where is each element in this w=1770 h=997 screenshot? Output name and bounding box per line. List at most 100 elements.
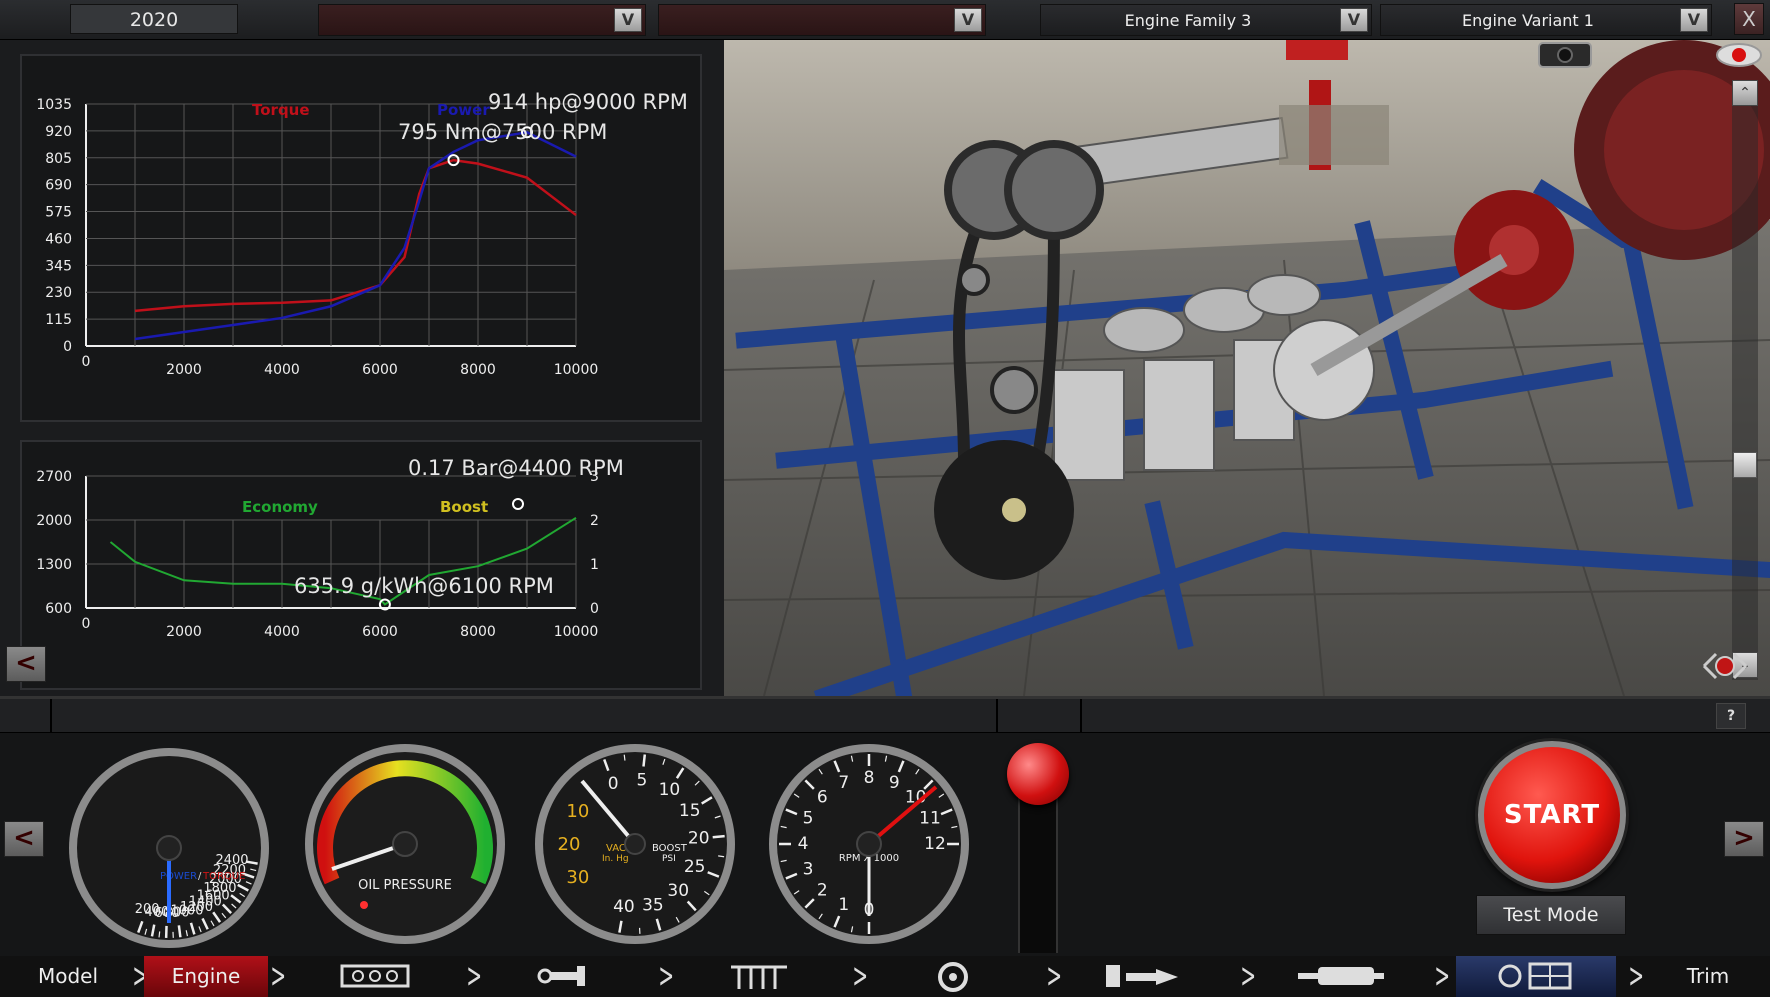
- power-torque-chart: 0 115 230 345 460 575 690 805 920 1035 0 2000 4000 60…: [20, 54, 702, 422]
- gauge-label: 5: [637, 770, 648, 790]
- chevron-right-icon: >: [658, 956, 675, 996]
- engine-3d-viewport[interactable]: ⌃ ⌄: [724, 40, 1770, 696]
- tab-engine[interactable]: Engine: [144, 956, 268, 997]
- help-button[interactable]: ?: [1716, 703, 1746, 729]
- valvetrain-icon: [731, 965, 787, 989]
- chevron-down-icon[interactable]: V: [1340, 8, 1368, 32]
- x-tick-label: 8000: [460, 624, 496, 640]
- collapse-panel-button[interactable]: <: [6, 646, 46, 682]
- x-tick-label: 0: [82, 354, 91, 370]
- gauge-label: 15: [679, 801, 701, 821]
- tab-turbo[interactable]: [878, 956, 1028, 997]
- combo-1[interactable]: V: [318, 4, 646, 36]
- exhaust-icon: [1298, 967, 1384, 985]
- engine-variant-select[interactable]: Engine Variant 1 V: [1380, 4, 1712, 36]
- y-tick-label: 0: [63, 339, 72, 355]
- next-button[interactable]: >: [1724, 821, 1764, 857]
- vac-label: 30: [566, 867, 589, 888]
- y-tick-label-left: 600: [45, 601, 72, 617]
- app-root: 2020 V V Engine Family 3 V Engine Varian…: [0, 0, 1770, 997]
- gauge-label: 20: [688, 828, 710, 848]
- tab-trim[interactable]: Trim: [1646, 956, 1770, 997]
- zoom-scrollbar[interactable]: ⌃ ⌄: [1732, 80, 1758, 680]
- chevron-right-icon: >: [270, 956, 287, 996]
- gauge-tick: [158, 931, 161, 938]
- legend-boost: Boost: [440, 498, 488, 516]
- tab-crank[interactable]: [490, 956, 640, 997]
- x-tick-label: 4000: [264, 362, 300, 378]
- gauge-label: 6: [817, 787, 828, 807]
- gauge-label: 8: [864, 768, 875, 788]
- reset-view-icon[interactable]: [1698, 646, 1752, 684]
- chevron-right-icon: >: [1434, 956, 1451, 996]
- throttle-knob[interactable]: [1007, 743, 1069, 805]
- gauge-label: 30: [667, 881, 689, 901]
- camera-icon[interactable]: [1538, 42, 1592, 68]
- economy-boost-chart: 600 1300 2000 2700 0 1 2 3 0 2000 4000 6000 8000 1000…: [20, 440, 702, 690]
- gauge-label: 10: [659, 780, 681, 800]
- gauge-label: 4: [798, 834, 809, 854]
- chevron-down-icon[interactable]: V: [1680, 8, 1708, 32]
- dashboard-header: ?: [0, 699, 1770, 733]
- gauge-tick: [177, 925, 182, 938]
- annotation-power-peak: 914 hp@9000 RPM: [488, 90, 688, 114]
- chevron-down-icon[interactable]: V: [614, 8, 642, 32]
- bottom-navigation: Model > Engine > > > > > > > > Trim: [0, 956, 1770, 997]
- power-torque-chart-svg: 0 115 230 345 460 575 690 805 920 1035 0 2000 4000 60…: [36, 90, 688, 378]
- tab-model[interactable]: Model: [0, 956, 136, 997]
- tab-exhaust[interactable]: [1266, 956, 1416, 997]
- y-tick-label: 575: [45, 205, 72, 221]
- prev-button[interactable]: <: [4, 821, 44, 857]
- chevron-right-icon: >: [1046, 956, 1063, 996]
- y-tick-label-left: 2000: [36, 513, 72, 529]
- boost-marker: [512, 498, 524, 510]
- gauge-caption-torque: TORQUE: [202, 871, 245, 882]
- chevron-right-icon: >: [852, 956, 869, 996]
- tab-block[interactable]: [300, 956, 450, 997]
- charts-panel: 0 115 230 345 460 575 690 805 920 1035 0 2000 4000 60…: [0, 40, 724, 696]
- x-tick-label: 10000: [554, 624, 599, 640]
- gauge-caption-power: POWER: [160, 871, 197, 882]
- y-tick-label-left: 2700: [36, 469, 72, 485]
- y-tick-label: 920: [45, 124, 72, 140]
- eye-icon[interactable]: [1714, 40, 1764, 70]
- oil-pressure-gauge: OIL PRESSURE: [305, 744, 505, 944]
- boost-gauge: 0 5 10152025303540102030 VAC In. Hg BOOST …: [535, 744, 735, 944]
- engine-family-select[interactable]: Engine Family 3 V: [1040, 4, 1372, 36]
- gauge-label: 9: [889, 773, 900, 793]
- tab-fuel[interactable]: [1072, 956, 1222, 997]
- annotation-boost-peak: 0.17 Bar@4400 RPM: [408, 456, 624, 480]
- crankshaft-icon: [537, 966, 585, 986]
- close-button[interactable]: X: [1734, 3, 1764, 35]
- scroll-thumb[interactable]: [1733, 452, 1757, 478]
- gauge-tick: [642, 754, 647, 767]
- y-tick-label-right: 1: [590, 557, 599, 573]
- gauge-label: 40: [613, 897, 635, 917]
- engine-block-icon: [340, 964, 410, 988]
- gauge-label: 5: [803, 809, 814, 829]
- series-line-torque: [134, 158, 577, 313]
- legend-power: Power: [437, 101, 490, 119]
- tab-valvetrain[interactable]: [684, 956, 834, 997]
- oil-pressure-caption: OIL PRESSURE: [358, 878, 452, 893]
- chevron-right-icon: >: [1240, 956, 1257, 996]
- annotation-economy-min: 635.9 g/kWh@6100 RPM: [294, 574, 554, 598]
- scroll-up-icon[interactable]: ⌃: [1732, 80, 1758, 106]
- gauge-label: 3: [803, 859, 814, 879]
- gauge-tick: [712, 834, 725, 839]
- x-tick-label: 8000: [460, 362, 496, 378]
- gauge-label: 2400: [215, 853, 248, 868]
- boost-unit: PSI: [662, 854, 676, 864]
- chevron-down-icon[interactable]: V: [954, 8, 982, 32]
- y-tick-label-right: 2: [590, 513, 599, 529]
- test-mode-button[interactable]: Test Mode: [1476, 895, 1626, 935]
- legend-economy: Economy: [242, 498, 318, 516]
- x-tick-label: 10000: [554, 362, 599, 378]
- top-bar: 2020 V V Engine Family 3 V Engine Varian…: [0, 0, 1770, 40]
- combo-2[interactable]: V: [658, 4, 986, 36]
- start-button[interactable]: START: [1478, 741, 1626, 889]
- tab-tuning[interactable]: [1456, 956, 1616, 997]
- economy-boost-chart-svg: 60013002000270001230 2000 4000 6000 8000 1000…: [36, 456, 624, 640]
- chevron-right-icon: >: [466, 956, 483, 996]
- chevron-right-icon: >: [1628, 956, 1645, 996]
